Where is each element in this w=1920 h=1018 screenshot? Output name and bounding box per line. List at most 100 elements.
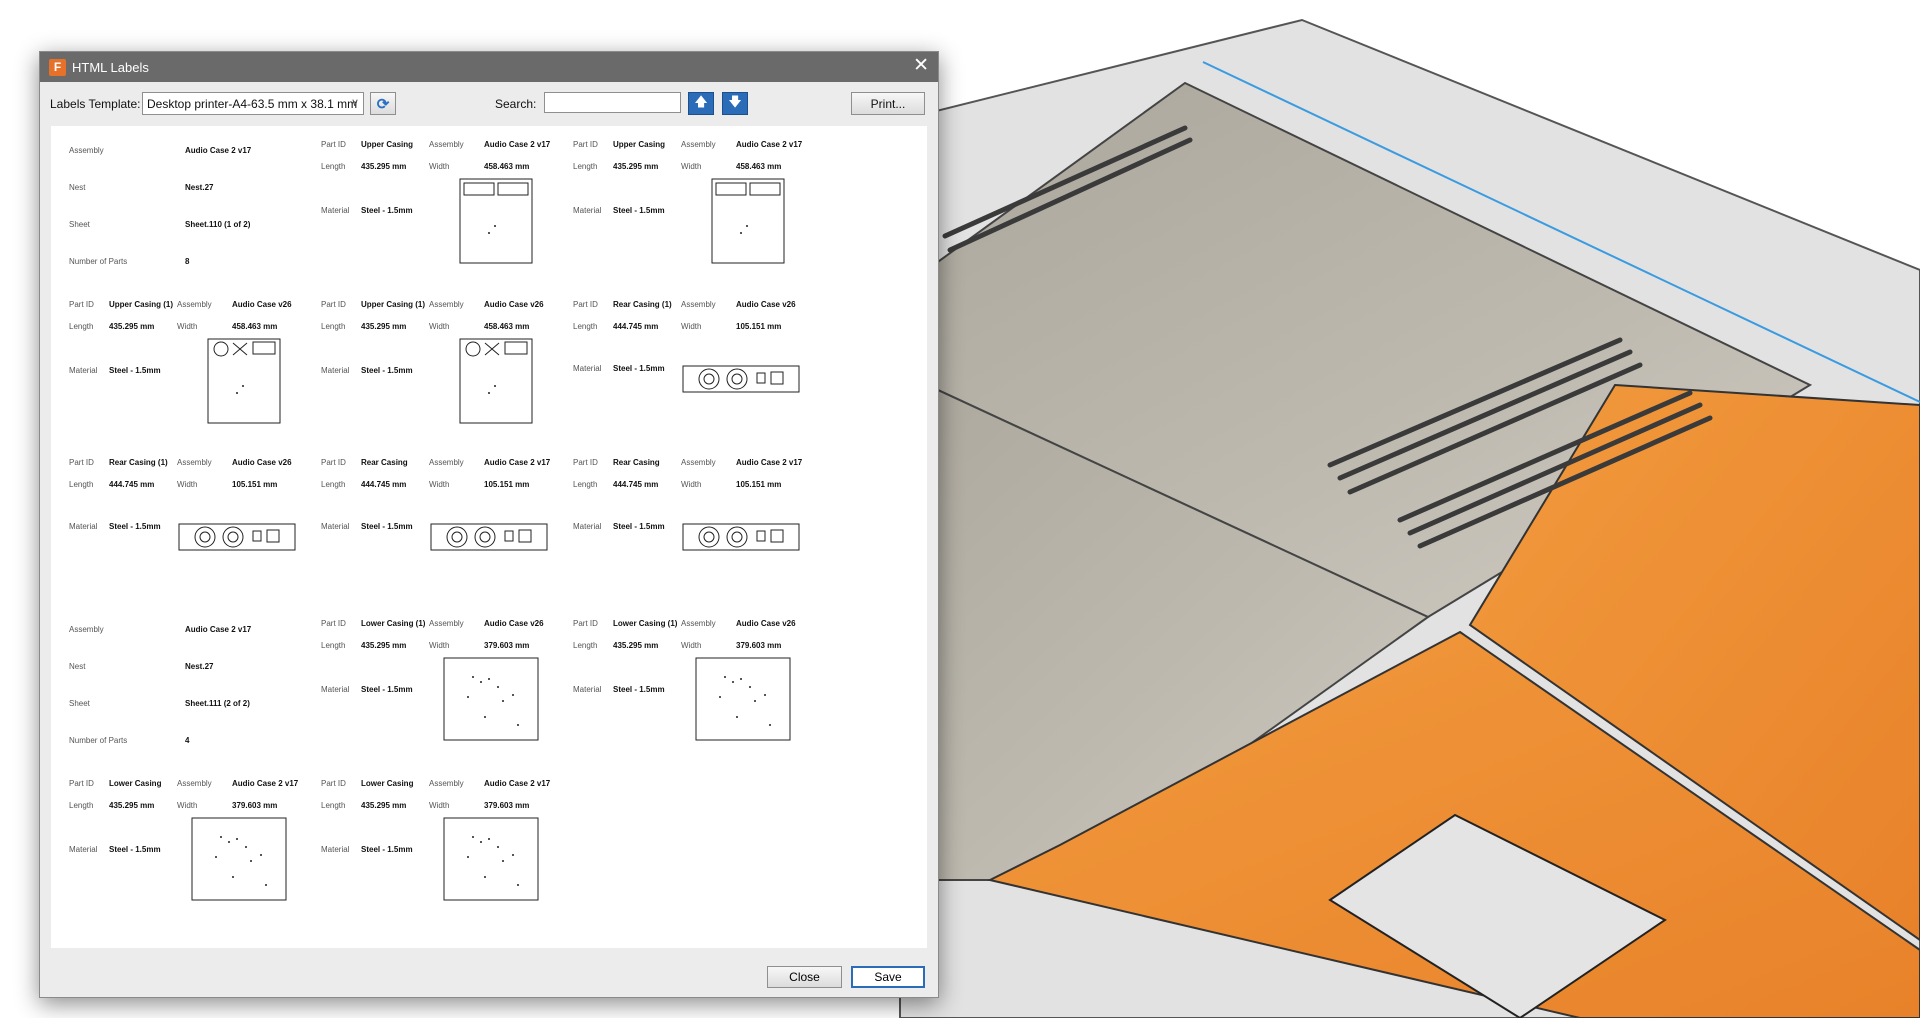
assembly-key: Assembly — [69, 146, 104, 155]
dialog-title: HTML Labels — [72, 59, 149, 75]
assembly-value: Audio Case v26 — [484, 619, 544, 628]
length-key: Length — [321, 162, 346, 171]
close-button[interactable]: Close — [767, 966, 842, 988]
material-value: Steel - 1.5mm — [361, 206, 413, 215]
part-id-key: Part ID — [321, 140, 346, 149]
width-key: Width — [177, 480, 198, 489]
length-key: Length — [573, 480, 598, 489]
assembly-value: Audio Case 2 v17 — [185, 625, 252, 634]
material-key: Material — [321, 522, 350, 531]
search-previous-button[interactable]: 🡅 — [688, 92, 714, 115]
part-id-value: Lower Casing — [109, 779, 162, 788]
length-key: Length — [321, 801, 346, 810]
close-icon[interactable]: ✕ — [913, 55, 929, 77]
part-id-key: Part ID — [573, 300, 598, 309]
material-key: Material — [321, 845, 350, 854]
part-label: Part ID Lower Casing Assembly Audio Case 2 … — [319, 773, 571, 933]
assembly-key: Assembly — [429, 140, 464, 149]
material-value: Steel - 1.5mm — [361, 685, 413, 694]
part-id-value: Rear Casing (1) — [613, 300, 672, 309]
material-key: Material — [573, 364, 602, 373]
material-value: Steel - 1.5mm — [613, 206, 665, 215]
length-key: Length — [573, 162, 598, 171]
assembly-value: Audio Case v26 — [736, 300, 796, 309]
nest-value: Nest.27 — [185, 183, 214, 192]
sheet-value: Sheet.110 (1 of 2) — [185, 220, 251, 229]
part-label: Part ID Upper Casing Assembly Audio Case 2 … — [571, 134, 823, 294]
part-drawing-icon — [443, 817, 539, 901]
length-value: 444.745 mm — [361, 480, 407, 489]
nest-key: Nest — [69, 183, 86, 192]
width-key: Width — [429, 641, 450, 650]
assembly-key: Assembly — [429, 458, 464, 467]
labels-toolbar: Labels Template: Desktop printer-A4-63.5… — [40, 82, 938, 126]
print-button[interactable]: Print... — [851, 92, 925, 115]
width-key: Width — [177, 322, 198, 331]
part-drawing-icon — [430, 523, 548, 551]
length-key: Length — [69, 801, 94, 810]
part-id-key: Part ID — [321, 619, 346, 628]
part-id-key: Part ID — [573, 140, 598, 149]
part-id-value: Lower Casing — [361, 779, 414, 788]
arrow-down-icon: 🡇 — [728, 93, 742, 109]
material-key: Material — [69, 366, 98, 375]
material-value: Steel - 1.5mm — [361, 845, 413, 854]
length-key: Length — [573, 641, 598, 650]
search-next-button[interactable]: 🡇 — [722, 92, 748, 115]
length-key: Length — [321, 641, 346, 650]
width-key: Width — [429, 480, 450, 489]
part-id-key: Part ID — [321, 300, 346, 309]
part-drawing-icon — [207, 338, 281, 424]
refresh-button[interactable]: ⟳ — [370, 92, 396, 115]
part-id-key: Part ID — [321, 779, 346, 788]
width-value: 379.603 mm — [232, 801, 278, 810]
html-labels-dialog: F HTML Labels ✕ Labels Template: Desktop… — [39, 51, 939, 998]
length-key: Length — [573, 322, 598, 331]
material-key: Material — [321, 685, 350, 694]
part-label: Part ID Upper Casing Assembly Audio Case 2 … — [319, 134, 571, 294]
search-label: Search: — [495, 97, 537, 111]
material-value: Steel - 1.5mm — [109, 845, 161, 854]
width-key: Width — [429, 162, 450, 171]
part-label: Part ID Lower Casing (1) Assembly Audio Cas… — [571, 613, 823, 773]
assembly-key: Assembly — [681, 300, 716, 309]
part-id-value: Lower Casing (1) — [361, 619, 426, 628]
assembly-value: Audio Case v26 — [232, 458, 292, 467]
width-value: 105.151 mm — [232, 480, 278, 489]
part-id-key: Part ID — [573, 619, 598, 628]
material-key: Material — [321, 206, 350, 215]
part-id-value: Upper Casing — [613, 140, 666, 149]
part-id-value: Upper Casing (1) — [361, 300, 426, 309]
part-id-key: Part ID — [69, 779, 94, 788]
width-key: Width — [177, 801, 198, 810]
length-value: 435.295 mm — [613, 162, 659, 171]
search-input[interactable] — [544, 92, 681, 113]
assembly-key: Assembly — [429, 619, 464, 628]
sheet-key: Sheet — [69, 699, 90, 708]
arrow-up-icon: 🡅 — [694, 93, 708, 109]
assembly-value: Audio Case 2 v17 — [185, 146, 252, 155]
part-label: Part ID Lower Casing (1) Assembly Audio Cas… — [319, 613, 571, 773]
part-drawing-icon — [695, 657, 791, 741]
part-id-key: Part ID — [69, 300, 94, 309]
length-value: 435.295 mm — [109, 801, 155, 810]
material-value: Steel - 1.5mm — [109, 522, 161, 531]
template-select[interactable]: Desktop printer-A4-63.5 mm x 38.1 mm ∨ — [142, 92, 364, 115]
width-value: 105.151 mm — [736, 480, 782, 489]
length-value: 444.745 mm — [613, 480, 659, 489]
assembly-key: Assembly — [429, 300, 464, 309]
material-value: Steel - 1.5mm — [361, 522, 413, 531]
save-button[interactable]: Save — [851, 966, 925, 988]
labels-preview-page[interactable]: Assembly Audio Case 2 v17 Nest Nest.27 Sheet… — [51, 126, 927, 948]
width-value: 458.463 mm — [232, 322, 278, 331]
material-key: Material — [69, 522, 98, 531]
length-value: 435.295 mm — [361, 641, 407, 650]
material-value: Steel - 1.5mm — [613, 522, 665, 531]
part-label: Part ID Rear Casing (1) Assembly Audio Case… — [67, 452, 319, 612]
dialog-footer: Close Save — [40, 948, 938, 998]
length-key: Length — [69, 480, 94, 489]
part-id-value: Rear Casing — [613, 458, 660, 467]
sheet-label: Assembly Audio Case 2 v17 Nest Nest.27 Sheet… — [67, 134, 319, 294]
part-drawing-icon — [191, 817, 287, 901]
part-id-key: Part ID — [573, 458, 598, 467]
